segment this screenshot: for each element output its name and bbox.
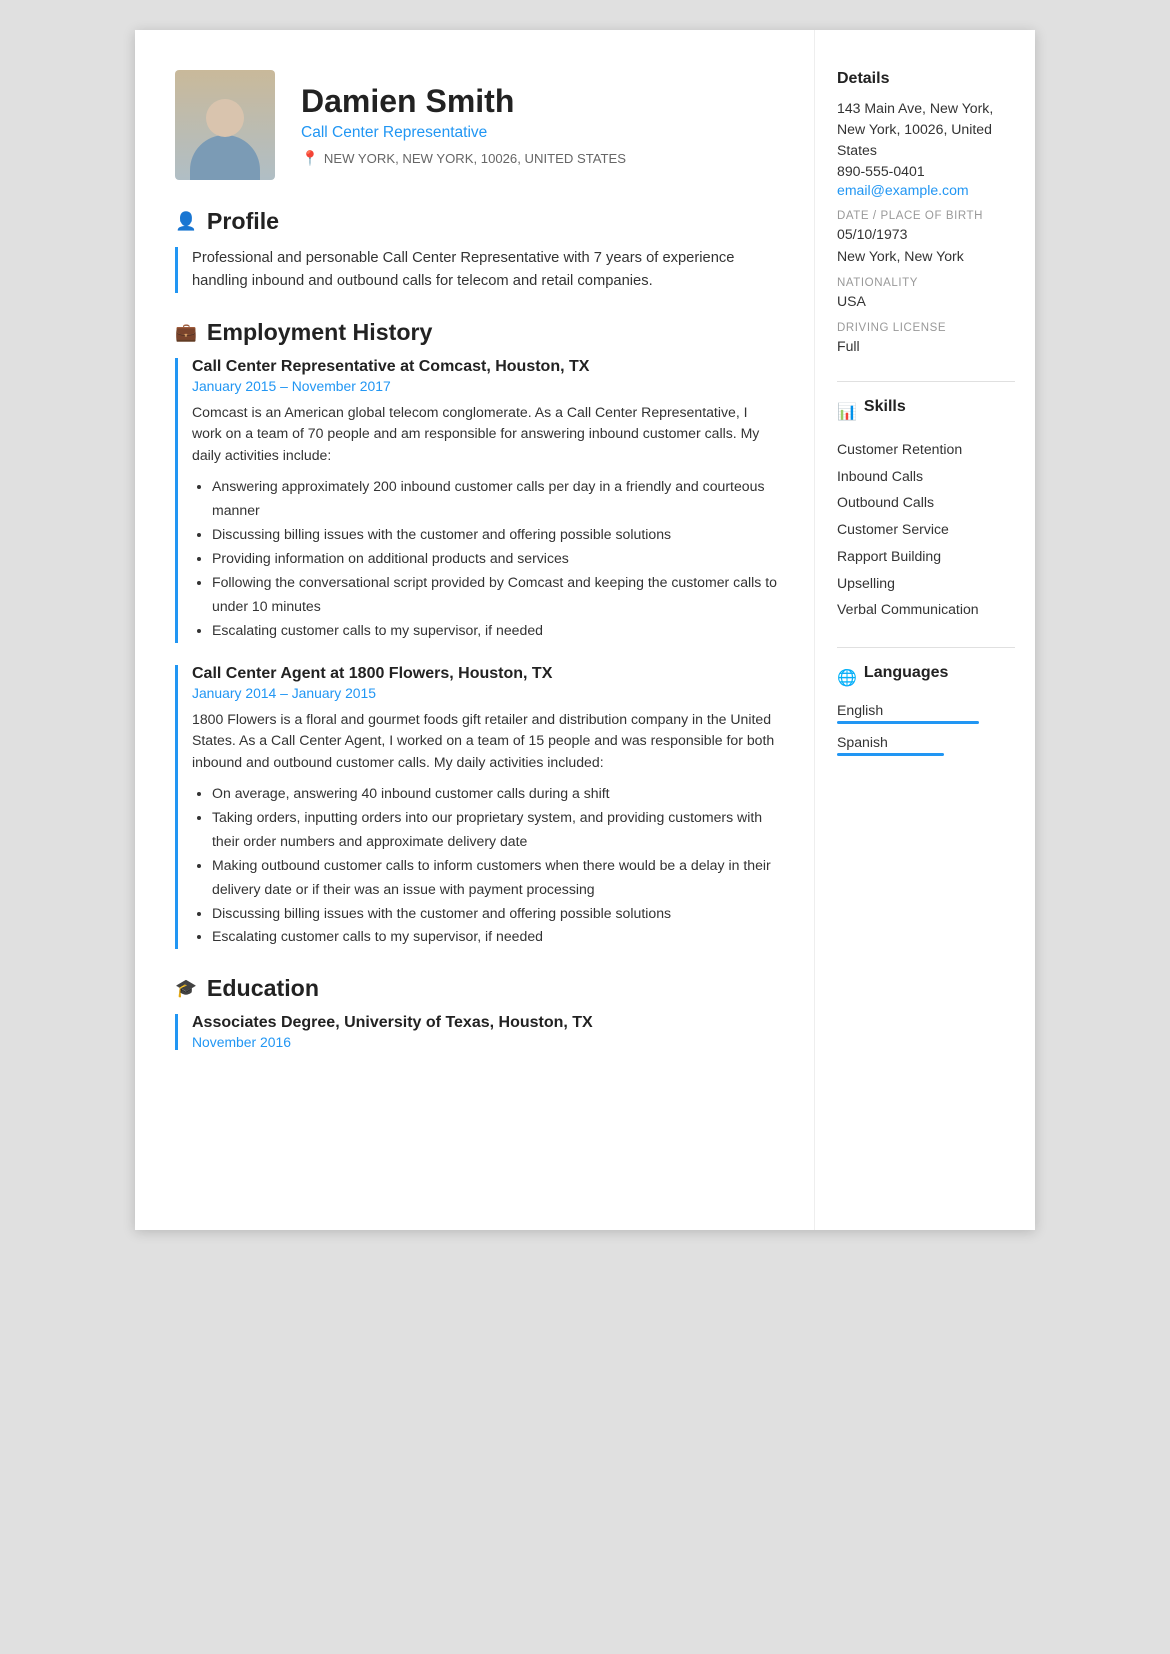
header-section: Damien Smith Call Center Representative … xyxy=(175,70,778,180)
candidate-location: 📍 NEW YORK, NEW YORK, 10026, UNITED STAT… xyxy=(301,150,778,167)
job-title-2: Call Center Agent at 1800 Flowers, Houst… xyxy=(192,665,778,683)
language-bar xyxy=(837,721,979,724)
profile-text: Professional and personable Call Center … xyxy=(175,247,778,293)
language-item: Spanish xyxy=(837,734,1015,756)
avatar xyxy=(175,70,275,180)
candidate-title: Call Center Representative xyxy=(301,124,778,142)
driving-label: DRIVING LICENSE xyxy=(837,322,1015,334)
languages-icon: 🌐 xyxy=(837,668,857,688)
job-bullets-2: On average, answering 40 inbound custome… xyxy=(192,782,778,949)
sidebar-divider-1 xyxy=(837,381,1015,382)
job-block-2: Call Center Agent at 1800 Flowers, Houst… xyxy=(175,665,778,950)
skill-item: Customer Service xyxy=(837,516,1015,543)
skills-icon: 📊 xyxy=(837,402,857,422)
detail-dob-place: New York, New York xyxy=(837,246,1015,267)
detail-nationality: USA xyxy=(837,291,1015,312)
job-block-1: Call Center Representative at Comcast, H… xyxy=(175,358,778,643)
bullet-item: On average, answering 40 inbound custome… xyxy=(212,782,778,806)
language-name: Spanish xyxy=(837,734,1015,750)
detail-email[interactable]: email@example.com xyxy=(837,182,969,198)
bullet-item: Discussing billing issues with the custo… xyxy=(212,902,778,926)
skill-item: Upselling xyxy=(837,570,1015,597)
education-section: 🎓 Education Associates Degree, Universit… xyxy=(175,975,778,1050)
employment-section-title: Employment History xyxy=(207,319,432,346)
header-info: Damien Smith Call Center Representative … xyxy=(301,83,778,167)
nationality-label: NATIONALITY xyxy=(837,277,1015,289)
education-title-row: 🎓 Education xyxy=(175,975,778,1002)
languages-section: 🌐 Languages English Spanish xyxy=(837,664,1015,756)
language-name: English xyxy=(837,702,1015,718)
profile-icon: 👤 xyxy=(175,211,197,232)
bullet-item: Following the conversational script prov… xyxy=(212,571,778,619)
bullet-item: Escalating customer calls to my supervis… xyxy=(212,619,778,643)
job-dates-2: January 2014 – January 2015 xyxy=(192,685,778,701)
edu-block-1: Associates Degree, University of Texas, … xyxy=(175,1014,778,1050)
candidate-name: Damien Smith xyxy=(301,83,778,120)
skills-title: Skills xyxy=(864,398,906,416)
skills-title-row: 📊 Skills xyxy=(837,398,1015,426)
skill-item: Inbound Calls xyxy=(837,463,1015,490)
education-icon: 🎓 xyxy=(175,978,197,999)
skill-item: Outbound Calls xyxy=(837,489,1015,516)
bullet-item: Escalating customer calls to my supervis… xyxy=(212,925,778,949)
sidebar-divider-2 xyxy=(837,647,1015,648)
job-desc-1: Comcast is an American global telecom co… xyxy=(192,402,778,467)
details-title: Details xyxy=(837,70,1015,88)
dob-label: DATE / PLACE OF BIRTH xyxy=(837,210,1015,222)
detail-address: 143 Main Ave, New York, New York, 10026,… xyxy=(837,98,1015,161)
profile-section-title: Profile xyxy=(207,208,279,235)
profile-section: 👤 Profile Professional and personable Ca… xyxy=(175,208,778,293)
job-bullets-1: Answering approximately 200 inbound cust… xyxy=(192,475,778,642)
language-item: English xyxy=(837,702,1015,724)
employment-title-row: 💼 Employment History xyxy=(175,319,778,346)
resume-document: Damien Smith Call Center Representative … xyxy=(135,30,1035,1230)
sidebar-column: Details 143 Main Ave, New York, New York… xyxy=(815,30,1035,1230)
language-bar xyxy=(837,753,944,756)
languages-list: English Spanish xyxy=(837,702,1015,756)
skills-list: Customer RetentionInbound CallsOutbound … xyxy=(837,436,1015,623)
skill-item: Customer Retention xyxy=(837,436,1015,463)
edu-title-1: Associates Degree, University of Texas, … xyxy=(192,1014,778,1032)
skills-section: 📊 Skills Customer RetentionInbound Calls… xyxy=(837,398,1015,623)
location-icon: 📍 xyxy=(301,150,319,167)
main-column: Damien Smith Call Center Representative … xyxy=(135,30,815,1230)
job-title-1: Call Center Representative at Comcast, H… xyxy=(192,358,778,376)
edu-date-1: November 2016 xyxy=(192,1034,778,1050)
skill-item: Rapport Building xyxy=(837,543,1015,570)
employment-section: 💼 Employment History Call Center Represe… xyxy=(175,319,778,950)
detail-driving: Full xyxy=(837,336,1015,357)
education-section-title: Education xyxy=(207,975,319,1002)
job-dates-1: January 2015 – November 2017 xyxy=(192,378,778,394)
detail-phone: 890-555-0401 xyxy=(837,161,1015,182)
bullet-item: Providing information on additional prod… xyxy=(212,547,778,571)
detail-dob: 05/10/1973 xyxy=(837,224,1015,245)
job-desc-2: 1800 Flowers is a floral and gourmet foo… xyxy=(192,709,778,774)
languages-title-row: 🌐 Languages xyxy=(837,664,1015,692)
bullet-item: Taking orders, inputting orders into our… xyxy=(212,806,778,854)
details-section: Details 143 Main Ave, New York, New York… xyxy=(837,70,1015,357)
bullet-item: Making outbound customer calls to inform… xyxy=(212,854,778,902)
languages-title: Languages xyxy=(864,664,948,682)
bullet-item: Discussing billing issues with the custo… xyxy=(212,523,778,547)
profile-title-row: 👤 Profile xyxy=(175,208,778,235)
bullet-item: Answering approximately 200 inbound cust… xyxy=(212,475,778,523)
employment-icon: 💼 xyxy=(175,322,197,343)
skill-item: Verbal Communication xyxy=(837,596,1015,623)
